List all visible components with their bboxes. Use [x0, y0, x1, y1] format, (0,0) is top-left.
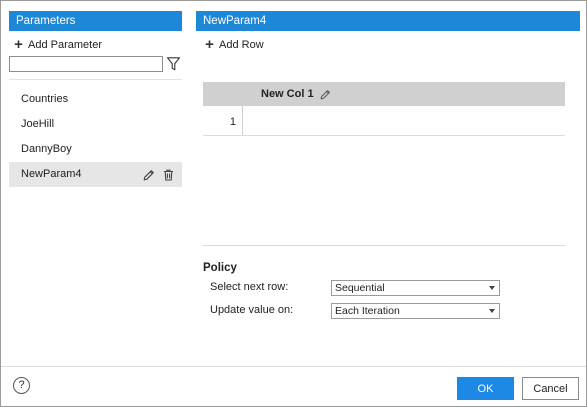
update-value-label: Update value on: [210, 304, 294, 316]
pencil-icon[interactable] [320, 89, 331, 100]
add-row-label: Add Row [219, 39, 264, 51]
add-parameter-label: Add Parameter [28, 39, 102, 51]
divider [203, 245, 565, 246]
add-row-button[interactable]: + Add Row [204, 37, 264, 53]
row-number: 1 [203, 106, 243, 135]
parameter-search-input[interactable] [9, 56, 163, 72]
help-icon[interactable]: ? [13, 377, 30, 394]
table-row: 1 [203, 106, 565, 136]
grid-header: New Col 1 [203, 82, 565, 106]
add-parameter-button[interactable]: + Add Parameter [13, 37, 102, 53]
select-next-row-dropdown[interactable]: Sequential [331, 280, 500, 296]
parameter-item-countries[interactable]: Countries [9, 87, 182, 112]
filter-icon[interactable] [167, 57, 180, 71]
cancel-button[interactable]: Cancel [522, 377, 579, 400]
plus-icon: + [14, 36, 23, 53]
parameter-item-newparam4[interactable]: NewParam4 [9, 162, 182, 187]
footer-divider [1, 366, 586, 367]
parameter-detail-header: NewParam4 [196, 11, 580, 31]
column-header-label: New Col 1 [261, 87, 314, 100]
parameter-item-label: NewParam4 [21, 168, 82, 180]
divider [9, 79, 182, 80]
update-value-value: Each Iteration [335, 305, 400, 317]
column-header[interactable]: New Col 1 [261, 82, 331, 106]
parameters-dialog: Parameters + Add Parameter Countries Joe… [0, 0, 587, 407]
update-value-dropdown[interactable]: Each Iteration [331, 303, 500, 319]
parameter-item-actions [143, 162, 174, 187]
parameter-item-label: Countries [21, 93, 69, 105]
trash-icon[interactable] [163, 169, 174, 181]
parameter-item-label: DannyBoy [21, 143, 72, 155]
pencil-icon[interactable] [143, 169, 155, 181]
parameter-list: Countries JoeHill DannyBoy NewParam4 [9, 87, 182, 187]
parameter-item-joehill[interactable]: JoeHill [9, 112, 182, 137]
parameter-item-dannyboy[interactable]: DannyBoy [9, 137, 182, 162]
select-next-row-value: Sequential [335, 282, 385, 294]
parameters-panel-header: Parameters [9, 11, 182, 31]
chevron-down-icon [489, 309, 495, 313]
select-next-row-label: Select next row: [210, 281, 289, 293]
chevron-down-icon [489, 286, 495, 290]
parameter-item-label: JoeHill [21, 118, 55, 130]
table-cell[interactable] [244, 106, 565, 135]
plus-icon: + [205, 36, 214, 53]
ok-button[interactable]: OK [457, 377, 514, 400]
policy-title: Policy [203, 262, 237, 274]
